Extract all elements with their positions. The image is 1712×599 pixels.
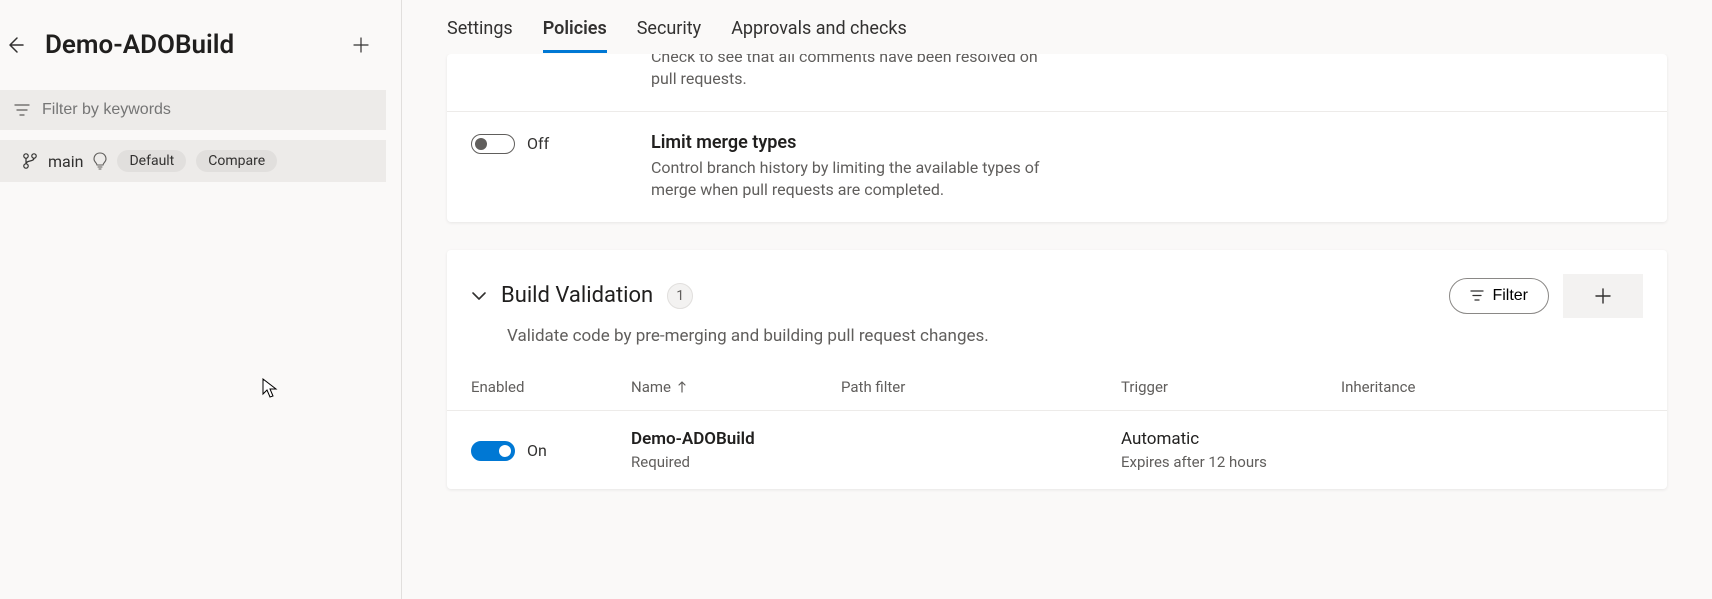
sort-asc-icon [677, 381, 687, 393]
policy-row-limit-merge: Off Limit merge types Control branch his… [447, 111, 1667, 222]
collapse-button[interactable] [471, 291, 487, 301]
default-pill: Default [117, 150, 186, 172]
comment-resolution-desc: Check to see that all comments have been… [651, 54, 1051, 91]
row-name-col: Demo-ADOBuild Required [631, 429, 1121, 471]
policy-text: Check to see that all comments have been… [651, 54, 1643, 91]
sidebar-header: Demo-ADOBuild [0, 0, 401, 80]
plus-icon [353, 37, 369, 53]
filter-icon [1470, 290, 1484, 301]
toggle-label-off: Off [527, 134, 549, 153]
limit-merge-toggle[interactable] [471, 134, 515, 154]
table-row[interactable]: On Demo-ADOBuild Required Automatic Expi… [447, 411, 1667, 489]
row-name: Demo-ADOBuild [631, 429, 1121, 449]
tabs: Settings Policies Security Approvals and… [402, 0, 1712, 54]
col-name-header[interactable]: Name [631, 378, 841, 396]
policy-text: Limit merge types Control branch history… [651, 132, 1643, 202]
tab-policies[interactable]: Policies [543, 18, 607, 53]
branch-name: main [48, 152, 83, 171]
toggle-label-on: On [527, 441, 547, 460]
chevron-down-icon [471, 291, 487, 301]
bulb-icon [93, 152, 107, 170]
row-trigger: Automatic [1121, 429, 1341, 449]
row-expires: Expires after 12 hours [1121, 453, 1341, 471]
section-header: Build Validation 1 Filter [447, 250, 1667, 326]
add-branch-button[interactable] [353, 37, 369, 53]
tab-approvals[interactable]: Approvals and checks [731, 18, 907, 53]
main-content: Settings Policies Security Approvals and… [402, 0, 1712, 599]
arrow-left-icon [5, 35, 25, 55]
toggle-col [471, 54, 631, 56]
build-row-toggle[interactable] [471, 441, 515, 461]
back-button[interactable] [0, 35, 30, 55]
branch-row-main[interactable]: main Default Compare [0, 140, 386, 182]
compare-pill: Compare [196, 150, 277, 172]
toggle-col: Off [471, 132, 631, 154]
add-build-policy-button[interactable] [1563, 274, 1643, 318]
row-toggle-col: On [471, 439, 631, 461]
plus-icon [1595, 288, 1611, 304]
table-header: Enabled Name Path filter Trigger Inherit… [447, 364, 1667, 411]
policy-row-comment-resolution: Check to see that all comments have been… [447, 54, 1667, 111]
row-requirement: Required [631, 453, 1121, 471]
limit-merge-title: Limit merge types [651, 132, 1643, 153]
col-inherit: Inheritance [1341, 378, 1643, 396]
filter-button[interactable]: Filter [1449, 278, 1549, 314]
col-path: Path filter [841, 378, 1121, 396]
limit-merge-desc: Control branch history by limiting the a… [651, 157, 1051, 202]
col-enabled: Enabled [471, 378, 631, 396]
content-scroll: Check to see that all comments have been… [402, 54, 1712, 599]
project-title: Demo-ADOBuild [45, 30, 338, 60]
filter-input[interactable] [42, 101, 372, 119]
row-trigger-col: Automatic Expires after 12 hours [1121, 429, 1341, 471]
build-validation-title: Build Validation [501, 283, 653, 308]
desc-line1: Check to see that all comments have been… [651, 54, 1016, 66]
filter-icon [14, 104, 30, 116]
toggle-knob [475, 138, 487, 150]
toggle-knob [499, 445, 511, 457]
build-validation-card: Build Validation 1 Filter [447, 250, 1667, 489]
col-trigger: Trigger [1121, 378, 1341, 396]
branch-policies-card: Check to see that all comments have been… [447, 54, 1667, 222]
sidebar: Demo-ADOBuild main Default Compare [0, 0, 402, 599]
tab-security[interactable]: Security [637, 18, 701, 53]
tab-settings[interactable]: Settings [447, 18, 513, 53]
count-badge: 1 [667, 283, 693, 309]
section-actions: Filter [1449, 274, 1643, 318]
col-name-label: Name [631, 378, 671, 396]
filter-box[interactable] [0, 90, 386, 130]
filter-btn-label: Filter [1492, 287, 1528, 305]
build-validation-desc: Validate code by pre-merging and buildin… [447, 326, 1667, 364]
branch-icon [22, 152, 38, 170]
